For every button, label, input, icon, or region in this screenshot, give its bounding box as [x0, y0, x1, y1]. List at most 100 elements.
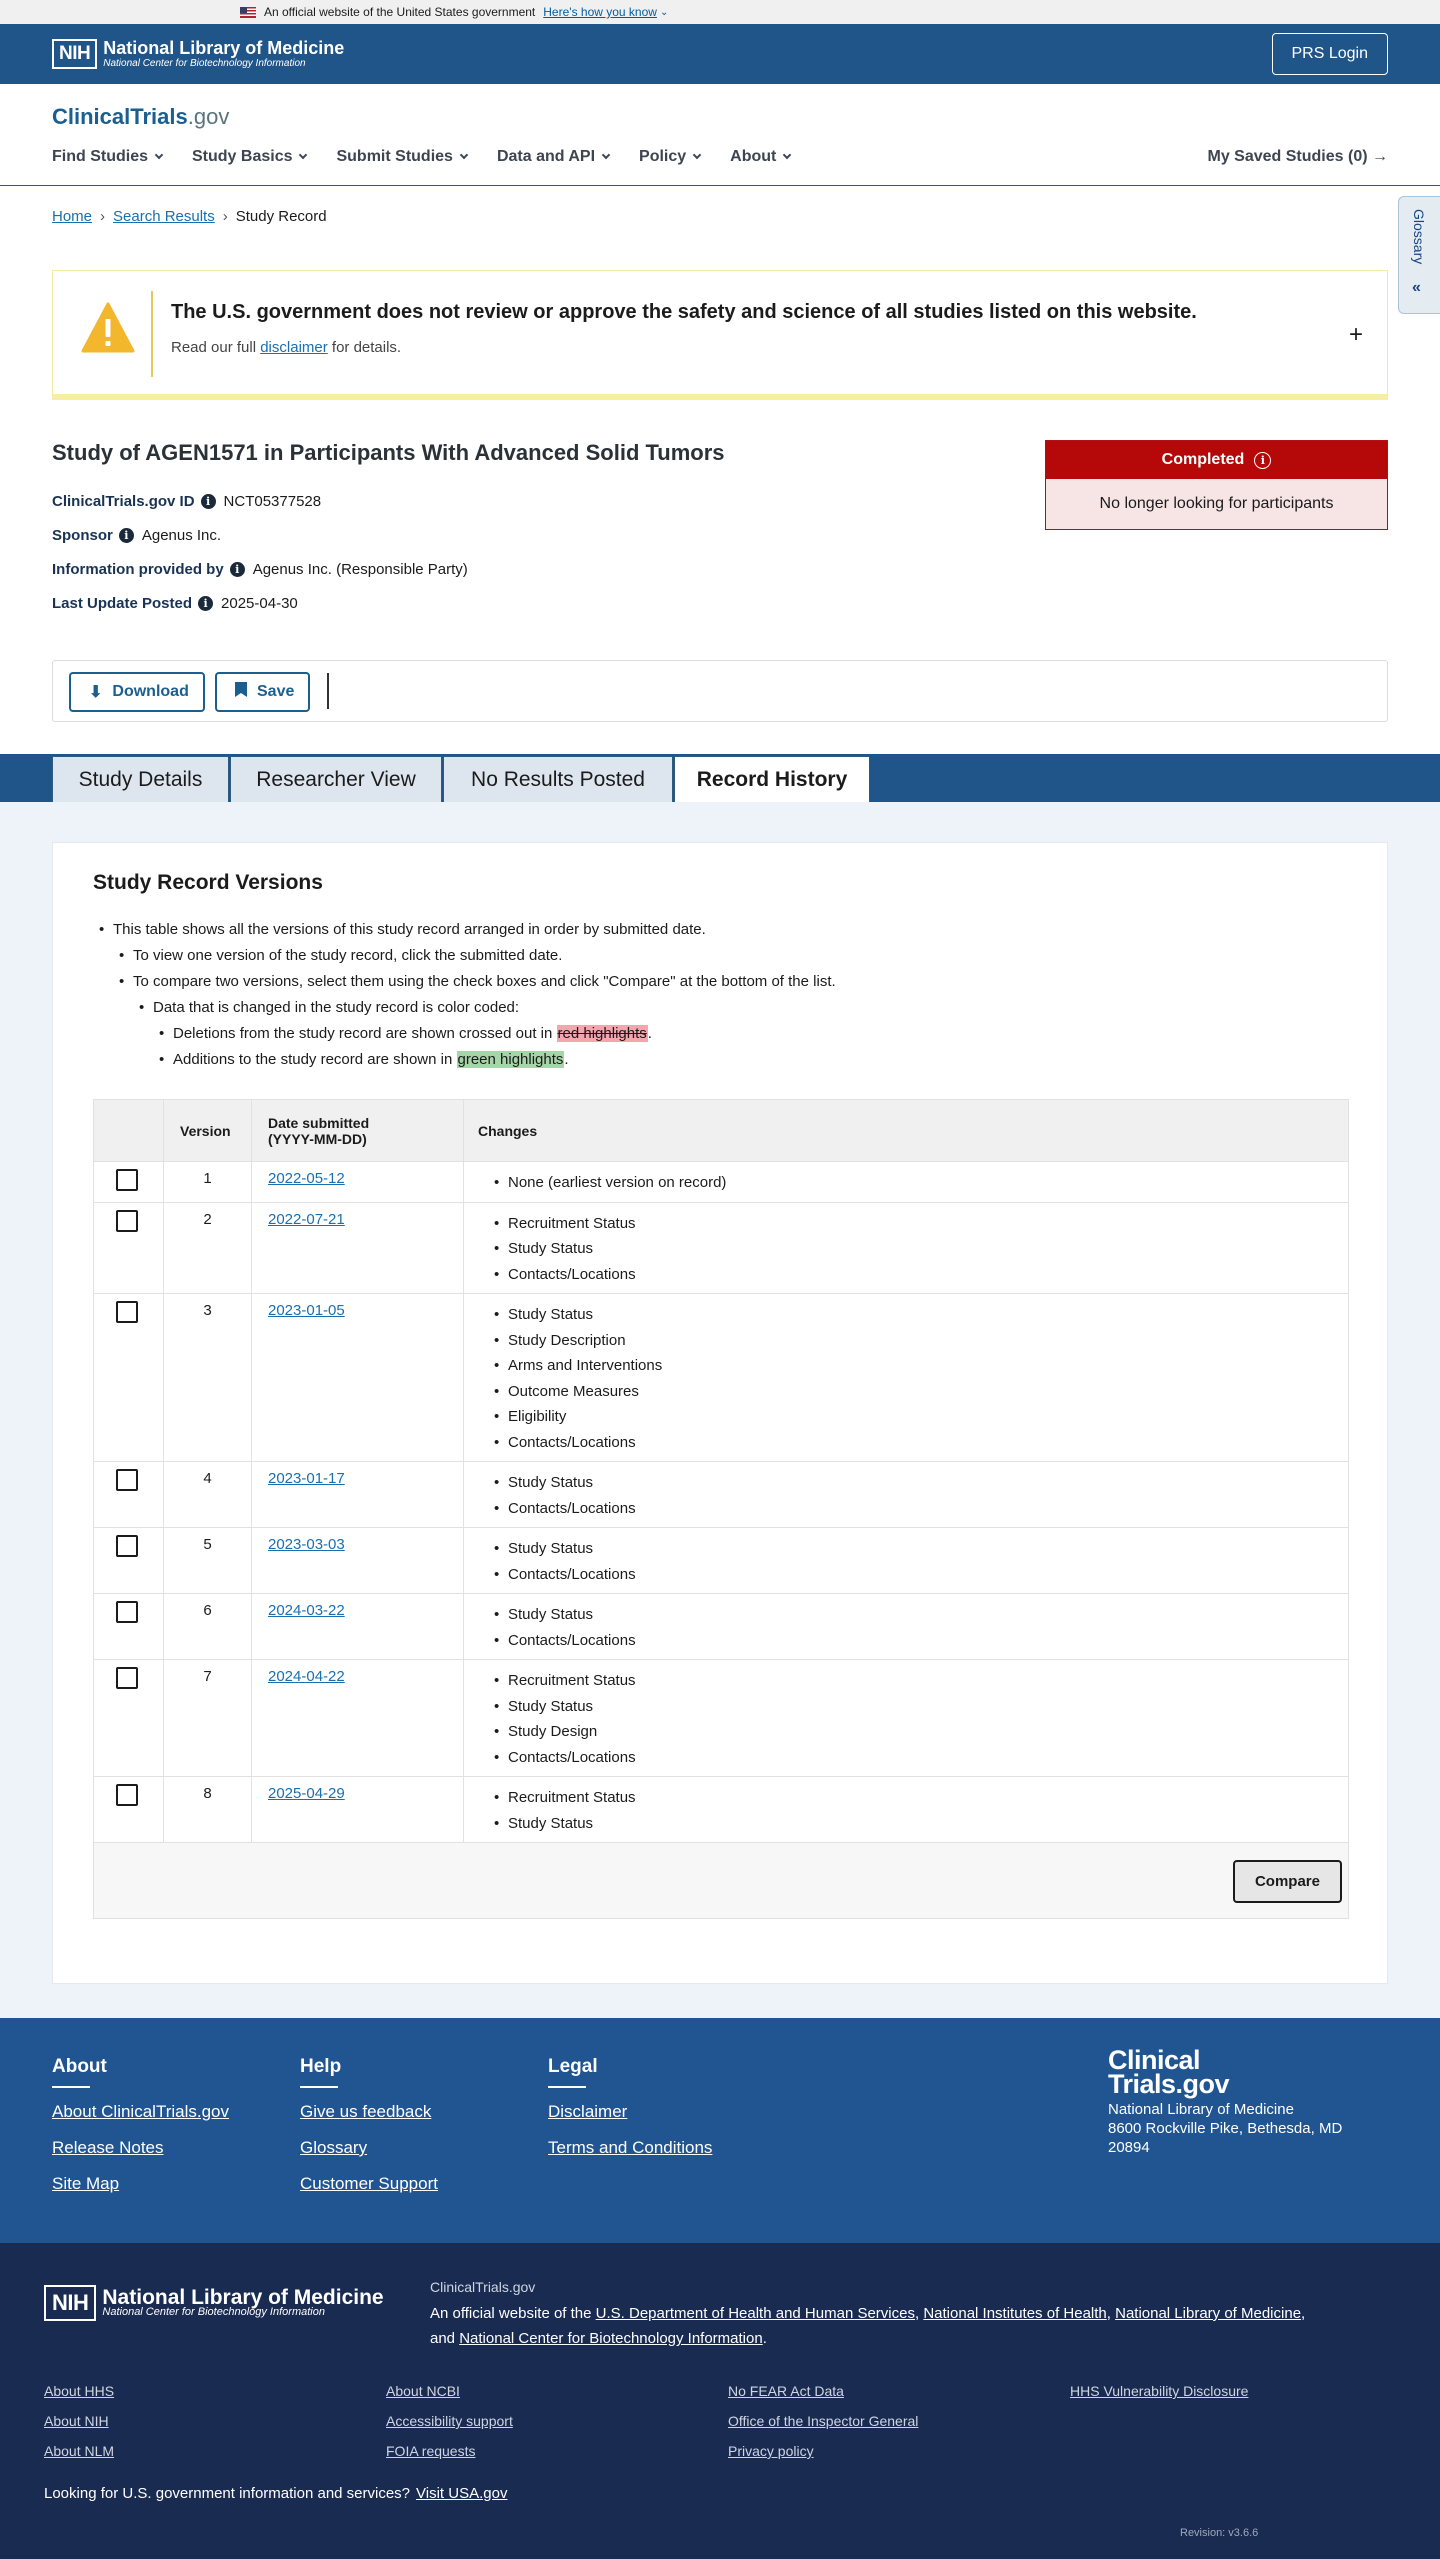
link-vulnerability[interactable]: HHS Vulnerability Disclosure — [1070, 2383, 1248, 2399]
compare-button[interactable]: Compare — [1232, 1860, 1342, 1903]
table-row: 3 2023-01-05 Study StatusStudy Description… — [93, 1293, 1349, 1462]
version-checkbox[interactable] — [116, 1784, 138, 1806]
download-button[interactable]: ⬇ Download — [69, 672, 205, 712]
change-item: Contacts/Locations — [494, 1628, 1348, 1654]
how-you-know-link[interactable]: Here's how you know — [543, 5, 657, 19]
footer-link-site-map[interactable]: Site Map — [52, 2174, 229, 2194]
save-button[interactable]: Save — [215, 672, 311, 712]
link-hhs[interactable]: U.S. Department of Health and Human Serv… — [596, 2305, 915, 2322]
footer-link-feedback[interactable]: Give us feedback — [300, 2102, 438, 2122]
footer-link-support[interactable]: Customer Support — [300, 2174, 438, 2194]
nlm-logo-subtitle: National Center for Biotechnology Inform… — [103, 58, 306, 69]
link-about-ncbi[interactable]: About NCBI — [386, 2383, 513, 2399]
nav-study-basics[interactable]: Study Basics — [192, 148, 308, 166]
versions-info-4: Data that is changed in the study record… — [139, 999, 519, 1016]
version-number: 3 — [163, 1293, 252, 1462]
link-foia[interactable]: FOIA requests — [386, 2443, 513, 2459]
table-row: 5 2023-03-03 Study StatusContacts/Location… — [93, 1527, 1349, 1594]
nav-about[interactable]: About — [730, 148, 792, 166]
changes-list: Recruitment StatusStudy StatusContacts/L… — [494, 1211, 1348, 1288]
red-highlight-sample: red highlights — [556, 1025, 648, 1042]
footer-org: National Library of Medicine — [1108, 2101, 1294, 2118]
version-checkbox[interactable] — [116, 1169, 138, 1191]
footer-address: 8600 Rockville Pike, Bethesda, MD 20894 — [1108, 2120, 1343, 2156]
link-no-fear[interactable]: No FEAR Act Data — [728, 2383, 918, 2399]
chevron-down-icon — [692, 150, 702, 160]
breadcrumb-search-results[interactable]: Search Results — [113, 208, 215, 225]
tab-record-history[interactable]: Record History — [674, 756, 870, 802]
footer-link-terms[interactable]: Terms and Conditions — [548, 2138, 712, 2158]
saved-studies-link[interactable]: My Saved Studies (0) → — [1208, 148, 1389, 166]
breadcrumb-home[interactable]: Home — [52, 208, 92, 225]
nav-policy[interactable]: Policy — [639, 148, 702, 166]
usa-gov-link[interactable]: Visit USA.gov — [416, 2485, 507, 2502]
info-icon[interactable]: i — [118, 528, 134, 543]
change-item: Contacts/Locations — [494, 1562, 1348, 1588]
link-ncbi[interactable]: National Center for Biotechnology Inform… — [459, 2330, 763, 2347]
footer-legal-column: Legal Disclaimer Terms and Conditions — [548, 2056, 712, 2174]
info-icon[interactable]: i — [1254, 451, 1272, 469]
table-row: 4 2023-01-17 Study StatusContacts/Location… — [93, 1461, 1349, 1528]
footer-link-glossary[interactable]: Glossary — [300, 2138, 438, 2158]
version-date-link[interactable]: 2022-05-12 — [268, 1170, 345, 1187]
chevron-down-icon — [459, 150, 469, 160]
tab-no-results-posted[interactable]: No Results Posted — [443, 756, 673, 802]
info-icon[interactable]: i — [200, 494, 216, 509]
changes-list: Recruitment StatusStudy StatusStudy Desi… — [494, 1668, 1348, 1770]
nav-find-studies[interactable]: Find Studies — [52, 148, 164, 166]
version-number: 8 — [163, 1776, 252, 1843]
version-checkbox[interactable] — [116, 1469, 138, 1491]
double-chevron-left-icon: « — [1412, 279, 1421, 296]
study-id-row: ClinicalTrials.gov ID i NCT05377528 — [52, 493, 322, 510]
info-icon[interactable]: i — [198, 596, 214, 611]
glossary-tab[interactable]: Glossary « — [1398, 196, 1440, 314]
version-number: 4 — [163, 1461, 252, 1528]
change-item: Study Status — [494, 1302, 1348, 1328]
sponsor-row: Sponsor i Agenus Inc. — [52, 527, 222, 544]
link-privacy[interactable]: Privacy policy — [728, 2443, 918, 2459]
link-about-nlm[interactable]: About NLM — [44, 2443, 114, 2459]
nlm-footer-logo[interactable]: NIH National Library of Medicine Nationa… — [44, 2285, 384, 2321]
version-date-link[interactable]: 2022-07-21 — [268, 1211, 345, 1228]
link-nih[interactable]: National Institutes of Health — [923, 2305, 1106, 2322]
clinicaltrials-logo[interactable]: ClinicalTrials.gov — [52, 104, 229, 130]
changes-list: Recruitment StatusStudy Status — [494, 1785, 1348, 1836]
changes-list: Study StatusContacts/Locations — [494, 1470, 1348, 1521]
nav-submit-studies[interactable]: Submit Studies — [336, 148, 469, 166]
link-about-nih[interactable]: About NIH — [44, 2413, 114, 2429]
study-title: Study of AGEN1571 in Participants With A… — [52, 440, 725, 465]
footer-link-release-notes[interactable]: Release Notes — [52, 2138, 229, 2158]
link-accessibility[interactable]: Accessibility support — [386, 2413, 513, 2429]
tab-researcher-view[interactable]: Researcher View — [230, 756, 442, 802]
version-checkbox[interactable] — [116, 1601, 138, 1623]
footer-link-disclaimer[interactable]: Disclaimer — [548, 2102, 712, 2122]
link-inspector-general[interactable]: Office of the Inspector General — [728, 2413, 918, 2429]
version-date-link[interactable]: 2023-01-17 — [268, 1470, 345, 1487]
change-item: Study Status — [494, 1470, 1348, 1496]
version-date-link[interactable]: 2024-04-22 — [268, 1668, 345, 1685]
footer-links-col1: About HHS About NIH About NLM — [44, 2383, 114, 2473]
revision-text: Revision: v3.6.6 — [1180, 2527, 1259, 2539]
nlm-logo[interactable]: NIH National Library of Medicine Nationa… — [52, 39, 344, 69]
tab-study-details[interactable]: Study Details — [52, 756, 229, 802]
disclaimer-link[interactable]: disclaimer — [260, 339, 328, 356]
version-date-link[interactable]: 2025-04-29 — [268, 1785, 345, 1802]
version-date-link[interactable]: 2023-03-03 — [268, 1536, 345, 1553]
version-checkbox[interactable] — [116, 1667, 138, 1689]
arrow-right-icon: → — [1367, 148, 1388, 165]
version-checkbox[interactable] — [116, 1301, 138, 1323]
version-checkbox[interactable] — [116, 1535, 138, 1557]
expand-plus-icon[interactable]: + — [1349, 321, 1363, 349]
info-icon[interactable]: i — [229, 562, 245, 577]
link-about-hhs[interactable]: About HHS — [44, 2383, 114, 2399]
chevron-down-icon — [783, 150, 792, 160]
versions-table: Version Date submitted (YYYY-MM-DD) Chang… — [93, 1099, 1349, 1919]
version-date-link[interactable]: 2024-03-22 — [268, 1602, 345, 1619]
footer-link-about-ct[interactable]: About ClinicalTrials.gov — [52, 2102, 229, 2122]
version-checkbox[interactable] — [116, 1209, 138, 1232]
chevron-down-icon: ⌄ — [659, 6, 669, 18]
nav-data-and-api[interactable]: Data and API — [497, 148, 611, 166]
version-date-link[interactable]: 2023-01-05 — [268, 1302, 345, 1319]
link-nlm[interactable]: National Library of Medicine — [1115, 2305, 1301, 2322]
prs-login-button[interactable]: PRS Login — [1271, 33, 1388, 75]
